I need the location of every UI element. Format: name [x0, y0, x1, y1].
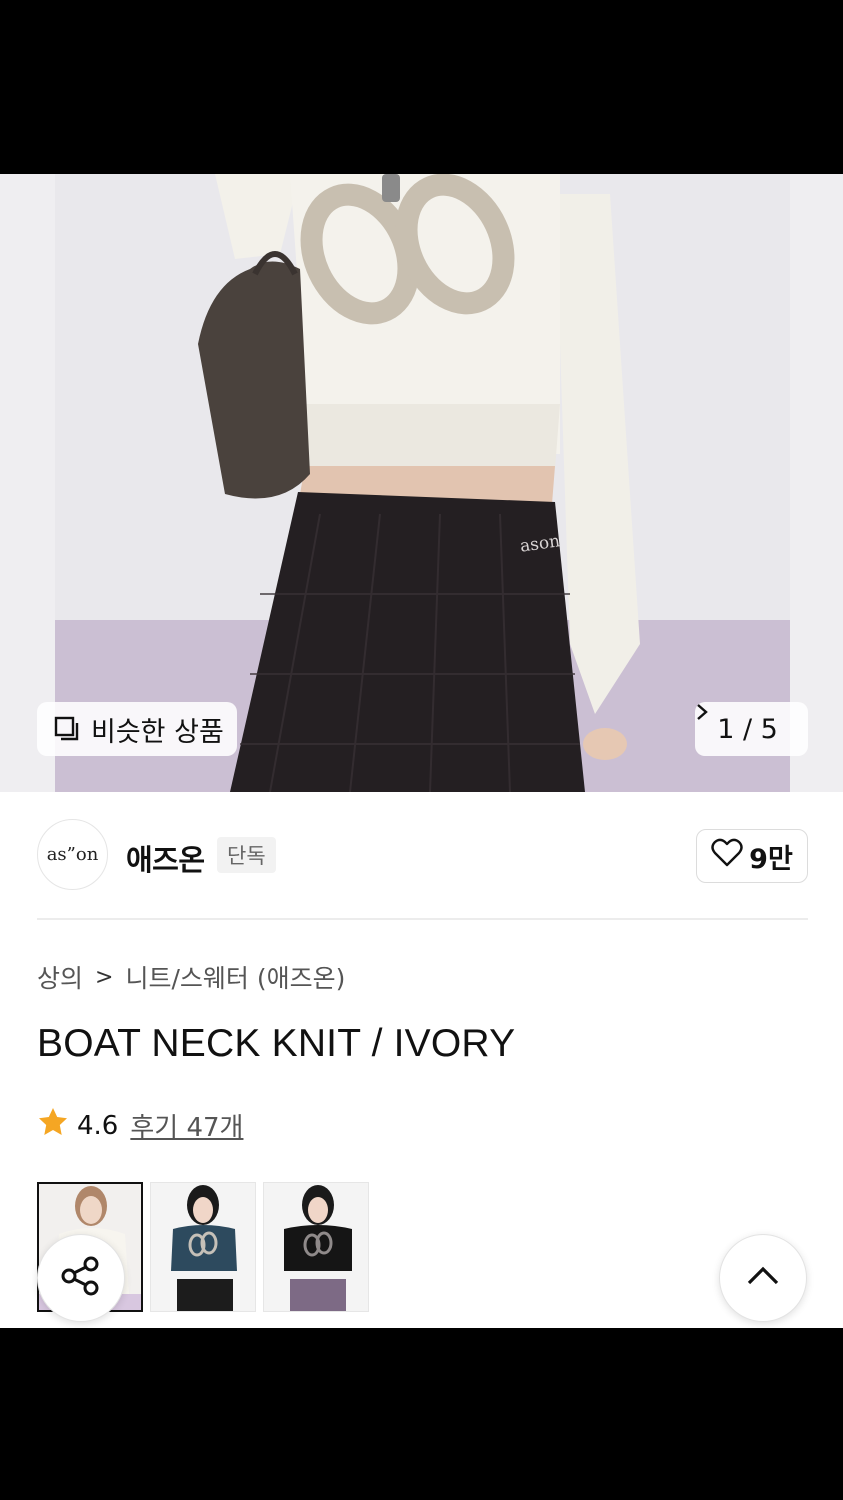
brand-row: as”on 애즈온 단독 9만 — [37, 819, 808, 891]
chevron-up-icon — [746, 1265, 780, 1291]
product-title: BOAT NECK KNIT / IVORY — [37, 1022, 516, 1065]
like-count: 9만 — [749, 843, 793, 875]
star-icon — [37, 1106, 69, 1145]
similar-products-icon — [53, 715, 81, 743]
image-counter-text: 1 / 5 — [717, 713, 778, 745]
breadcrumb: 상의 > 니트/스웨터 (애즈온) — [37, 959, 345, 995]
breadcrumb-separator: > — [95, 964, 114, 990]
product-hero-image[interactable]: ason 비슷한 상품 1 / 5 — [0, 174, 843, 792]
heart-outline-icon — [711, 838, 743, 875]
brand-name[interactable]: 애즈온 — [126, 837, 205, 879]
image-counter-button[interactable]: 1 / 5 — [695, 702, 808, 756]
rating-value: 4.6 — [77, 1110, 119, 1141]
rating-row: 4.6 후기 47개 — [37, 1106, 243, 1145]
share-icon — [59, 1254, 103, 1302]
divider — [37, 918, 808, 920]
product-detail-screen: ason 비슷한 상품 1 / 5 as”on 애즈온 단독 9만 상의 > 니… — [0, 174, 843, 1328]
breadcrumb-subcategory[interactable]: 니트/스웨터 (애즈온) — [125, 959, 345, 995]
brand-logo-text: as”on — [46, 844, 99, 865]
share-button[interactable] — [37, 1234, 125, 1322]
scroll-to-top-button[interactable] — [719, 1234, 807, 1322]
thumbnail-navy[interactable] — [150, 1182, 256, 1312]
brand-logo[interactable]: as”on — [37, 819, 108, 890]
breadcrumb-category[interactable]: 상의 — [37, 959, 83, 995]
similar-products-label: 비슷한 상품 — [91, 716, 224, 748]
like-button[interactable]: 9만 — [696, 829, 808, 883]
hero-photo: ason — [0, 174, 843, 792]
exclusive-badge: 단독 — [217, 837, 276, 873]
similar-products-button[interactable]: 비슷한 상품 — [37, 702, 237, 756]
reviews-link[interactable]: 후기 47개 — [130, 1107, 243, 1144]
thumbnail-black[interactable] — [263, 1182, 369, 1312]
